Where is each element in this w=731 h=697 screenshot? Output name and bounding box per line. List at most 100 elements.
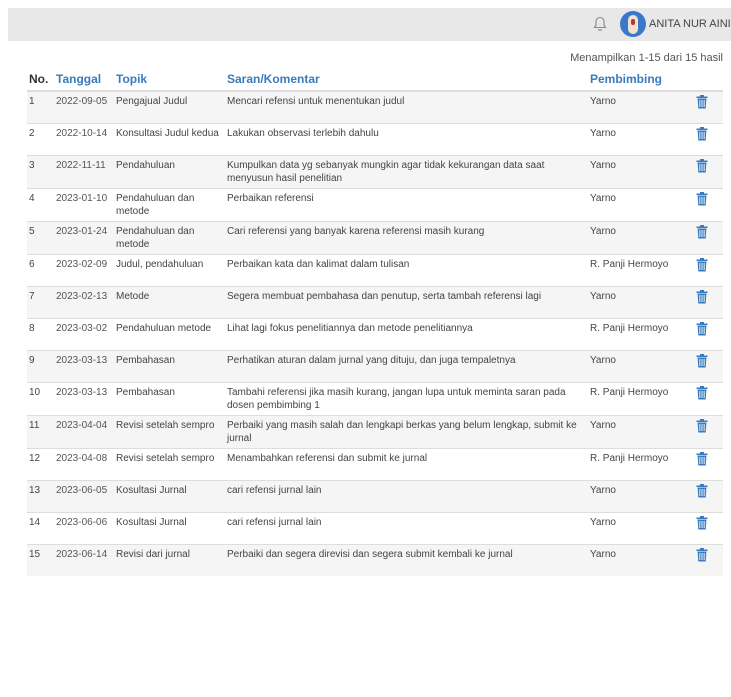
row-tanggal: 2023-06-06 (54, 511, 114, 544)
row-pembimbing: Yarno (588, 154, 688, 188)
row-action (688, 511, 723, 544)
row-action (688, 122, 723, 155)
row-tanggal: 2023-03-13 (54, 349, 114, 382)
trash-icon[interactable] (696, 321, 708, 336)
row-topik: Revisi setelah sempro (114, 447, 225, 480)
row-action (688, 414, 723, 448)
row-pembimbing: R. Panji Hermoyo (588, 381, 688, 415)
row-saran: Perbaikan referensi (225, 187, 588, 221)
row-saran: cari refensi jurnal lain (225, 511, 588, 544)
trash-icon[interactable] (696, 385, 708, 400)
row-saran: Perbaikan kata dan kalimat dalam tulisan (225, 253, 588, 286)
row-action (688, 543, 723, 576)
table-row: 14 2023-06-06 Kosultasi Jurnal cari refensi… (27, 511, 723, 544)
trash-icon[interactable] (696, 353, 708, 368)
row-pembimbing: Yarno (588, 220, 688, 254)
row-topik: Konsultasi Judul kedua (114, 122, 225, 155)
avatar-detail (631, 19, 635, 25)
table-row: 1 2022-09-05 Pengajual Judul Mencari refens… (27, 90, 723, 123)
row-action (688, 479, 723, 512)
row-topik: Pendahuluan metode (114, 317, 225, 350)
row-tanggal: 2023-02-13 (54, 285, 114, 318)
table-row: 9 2023-03-13 Pembahasan Perhatikan aturan d… (27, 349, 723, 382)
trash-icon[interactable] (696, 158, 708, 173)
row-pembimbing: Yarno (588, 479, 688, 512)
table-row: 5 2023-01-24 Pendahuluan dan metode Cari re… (27, 220, 723, 254)
row-pembimbing: R. Panji Hermoyo (588, 317, 688, 350)
user-name[interactable]: ANITA NUR AINI (649, 18, 731, 30)
row-saran: Lakukan observasi terlebih dahulu (225, 122, 588, 155)
trash-icon[interactable] (696, 126, 708, 141)
row-pembimbing: Yarno (588, 90, 688, 123)
trash-icon[interactable] (696, 224, 708, 239)
row-saran: Perbaiki yang masih salah dan lengkapi b… (225, 414, 588, 448)
row-topik: Pengajual Judul (114, 90, 225, 123)
trash-icon[interactable] (696, 483, 708, 498)
row-pembimbing: R. Panji Hermoyo (588, 447, 688, 480)
row-no: 13 (27, 479, 54, 512)
trash-icon[interactable] (696, 451, 708, 466)
row-no: 7 (27, 285, 54, 318)
table-row: 11 2023-04-04 Revisi setelah sempro Perbaik… (27, 414, 723, 448)
row-tanggal: 2023-06-05 (54, 479, 114, 512)
row-saran: Menambahkan referensi dan submit ke jurn… (225, 447, 588, 480)
row-pembimbing: Yarno (588, 511, 688, 544)
table-row: 3 2022-11-11 Pendahuluan Kumpulkan data yg … (27, 154, 723, 188)
row-tanggal: 2023-01-10 (54, 187, 114, 221)
row-topik: Pembahasan (114, 381, 225, 415)
trash-icon[interactable] (696, 515, 708, 530)
table-row: 4 2023-01-10 Pendahuluan dan metode Perbaik… (27, 187, 723, 221)
trash-icon[interactable] (696, 547, 708, 562)
row-saran: Cari referensi yang banyak karena refere… (225, 220, 588, 254)
row-topik: Kosultasi Jurnal (114, 511, 225, 544)
row-tanggal: 2023-04-08 (54, 447, 114, 480)
bimbingan-table: No. Tanggal Topik Saran/Komentar Pembimb… (27, 66, 723, 576)
row-action (688, 220, 723, 254)
row-action (688, 90, 723, 123)
row-no: 14 (27, 511, 54, 544)
row-no: 1 (27, 90, 54, 123)
row-tanggal: 2023-04-04 (54, 414, 114, 448)
row-saran: Kumpulkan data yg sebanyak mungkin agar … (225, 154, 588, 188)
table-row: 2 2022-10-14 Konsultasi Judul kedua Lakukan… (27, 122, 723, 155)
row-pembimbing: R. Panji Hermoyo (588, 253, 688, 286)
row-topik: Judul, pendahuluan (114, 253, 225, 286)
top-navbar: ANITA NUR AINI ⌄ (8, 8, 731, 41)
row-saran: Tambahi referensi jika masih kurang, jan… (225, 381, 588, 415)
trash-icon[interactable] (696, 257, 708, 272)
row-tanggal: 2023-01-24 (54, 220, 114, 254)
row-topik: Revisi dari jurnal (114, 543, 225, 576)
column-header-topik[interactable]: Topik (114, 66, 225, 92)
row-pembimbing: Yarno (588, 122, 688, 155)
column-header-tanggal[interactable]: Tanggal (54, 66, 114, 92)
row-no: 2 (27, 122, 54, 155)
row-tanggal: 2023-06-14 (54, 543, 114, 576)
result-summary: Menampilkan 1-15 dari 15 hasil (570, 52, 723, 64)
row-pembimbing: Yarno (588, 285, 688, 318)
row-no: 3 (27, 154, 54, 188)
row-topik: Revisi setelah sempro (114, 414, 225, 448)
row-saran: Perhatikan aturan dalam jurnal yang ditu… (225, 349, 588, 382)
row-saran: Segera membuat pembahasa dan penutup, se… (225, 285, 588, 318)
trash-icon[interactable] (696, 95, 708, 109)
row-no: 8 (27, 317, 54, 350)
column-header-pembimbing[interactable]: Pembimbing (588, 66, 688, 92)
row-action (688, 317, 723, 350)
trash-icon[interactable] (696, 418, 708, 433)
row-action (688, 154, 723, 188)
column-header-saran[interactable]: Saran/Komentar (225, 66, 588, 92)
trash-icon[interactable] (696, 289, 708, 304)
row-action (688, 447, 723, 480)
trash-icon[interactable] (696, 191, 708, 206)
table-header-row: No. Tanggal Topik Saran/Komentar Pembimb… (27, 66, 723, 92)
row-saran: Perbaiki dan segera direvisi dan segera … (225, 543, 588, 576)
bell-icon[interactable] (593, 16, 607, 32)
row-tanggal: 2023-02-09 (54, 253, 114, 286)
table-row: 7 2023-02-13 Metode Segera membuat pembahas… (27, 285, 723, 318)
avatar[interactable] (620, 11, 646, 37)
row-topik: Pembahasan (114, 349, 225, 382)
row-action (688, 349, 723, 382)
table-row: 15 2023-06-14 Revisi dari jurnal Perbaiki d… (27, 543, 723, 576)
row-action (688, 381, 723, 415)
row-pembimbing: Yarno (588, 543, 688, 576)
